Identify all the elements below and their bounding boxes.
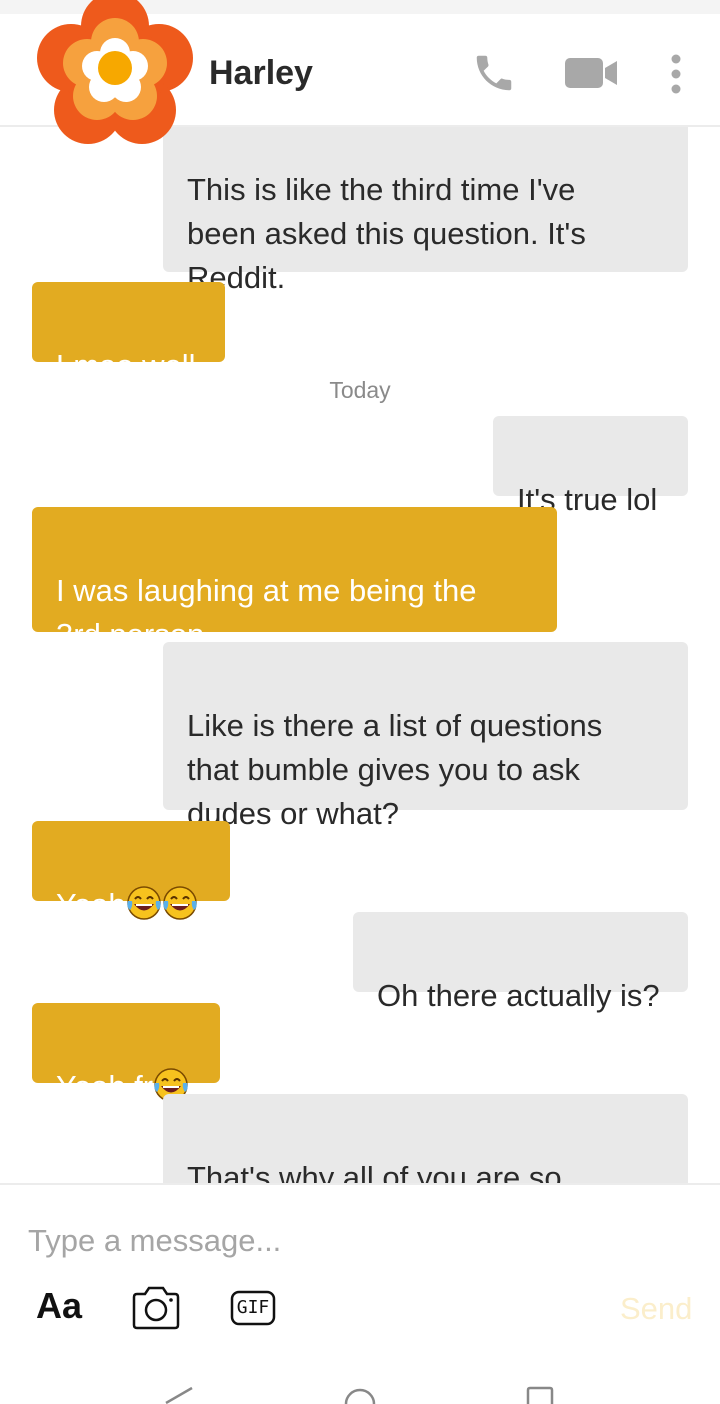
message-bubble-outgoing[interactable]: That's why all of you are so unoriginal … — [163, 1094, 688, 1183]
flower-avatar-icon[interactable] — [26, 0, 202, 156]
message-input[interactable] — [28, 1219, 688, 1263]
message-text: That's why all of you are so unoriginal … — [187, 1160, 562, 1183]
camera-icon[interactable] — [130, 1285, 182, 1331]
message-text: This is like the third time I've been as… — [187, 172, 586, 295]
message-bubble-outgoing[interactable]: This is like the third time I've been as… — [163, 127, 688, 295]
more-options-icon[interactable] — [664, 52, 688, 102]
system-navigation-bar — [0, 1376, 720, 1404]
message-bubble-incoming[interactable]: Yeah fr — [32, 1003, 220, 1104]
message-text: I was laughing at me being the 3rd perso… — [56, 573, 477, 652]
send-button[interactable]: Send — [620, 1291, 692, 1327]
laughing-crying-emoji-icon — [162, 886, 197, 920]
message-bubble-outgoing[interactable]: Like is there a list of questions that b… — [163, 642, 688, 831]
laughing-crying-emoji-icon — [126, 886, 161, 920]
message-bubble-outgoing[interactable]: Oh there actually is? — [353, 912, 688, 1013]
home-icon[interactable] — [342, 1386, 378, 1404]
message-composer: Aa GIF Send — [0, 1183, 720, 1404]
recents-icon[interactable] — [524, 1386, 556, 1404]
video-camera-icon[interactable] — [563, 54, 619, 92]
message-thread[interactable]: This is like the third time I've been as… — [0, 127, 720, 1183]
back-icon[interactable] — [160, 1386, 196, 1404]
message-text: Oh there actually is? — [377, 978, 660, 1013]
text-format-button[interactable]: Aa — [36, 1285, 82, 1327]
message-text: Yeah fr — [56, 1069, 154, 1104]
contact-name[interactable]: Harley — [209, 54, 313, 93]
message-bubble-incoming[interactable]: Lmao well — [32, 282, 225, 383]
message-text: Like is there a list of questions that b… — [187, 708, 603, 831]
date-separator: Today — [329, 377, 391, 403]
message-bubble-incoming[interactable]: I was laughing at me being the 3rd perso… — [32, 507, 557, 652]
message-text: Yeah — [56, 887, 126, 922]
message-bubble-outgoing[interactable]: It's true lol — [493, 416, 688, 517]
message-bubble-incoming[interactable]: Yeah — [32, 821, 230, 922]
gif-label: GIF — [236, 1297, 270, 1318]
phone-icon[interactable] — [471, 50, 517, 96]
gif-button[interactable]: GIF — [230, 1290, 276, 1326]
